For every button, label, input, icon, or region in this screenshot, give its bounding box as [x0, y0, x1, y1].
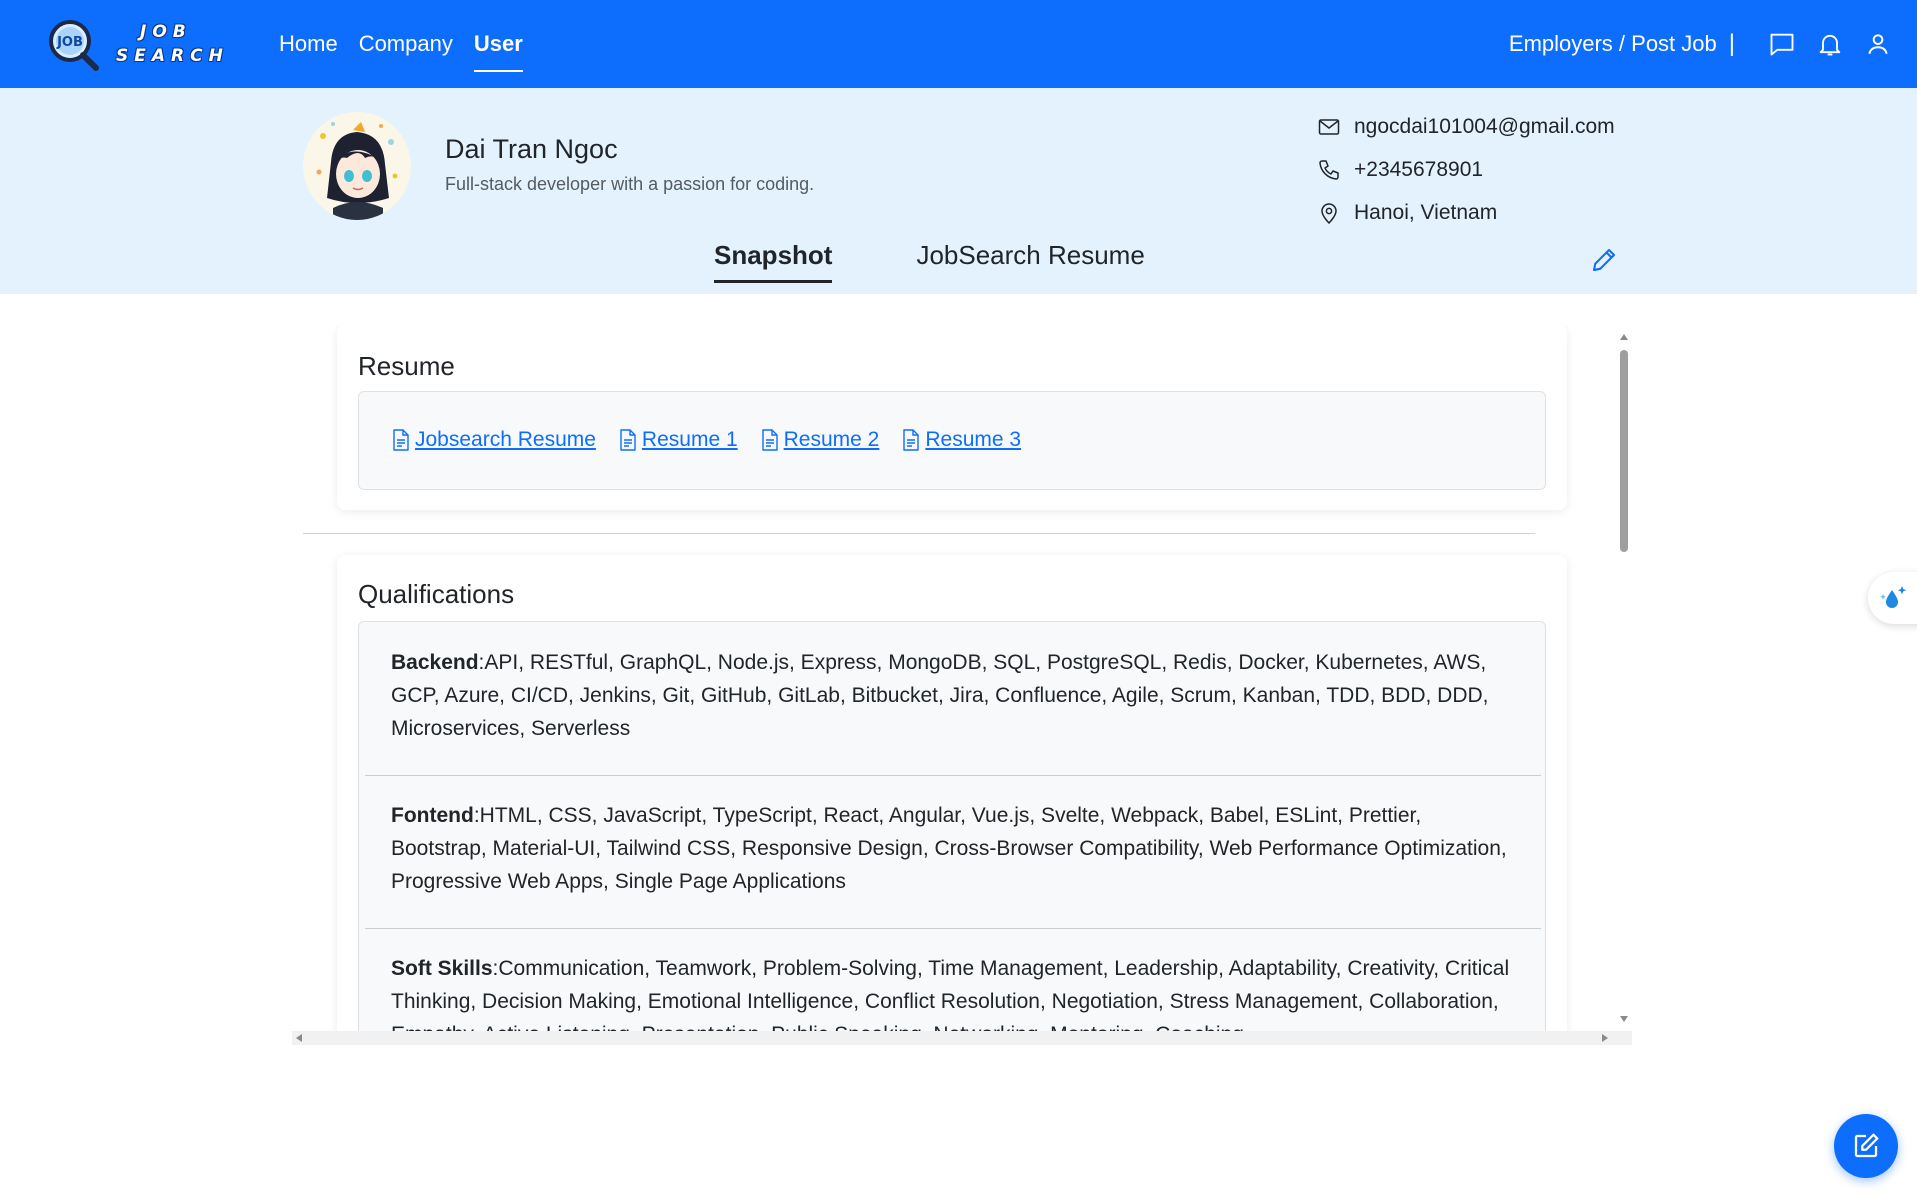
nav-user[interactable]: User [473, 0, 523, 88]
magnifier-logo-icon: JOB [49, 20, 99, 71]
edit-square-icon [1854, 1133, 1879, 1158]
jobsearch-logo[interactable]: JOB JOB SEARCH [44, 16, 223, 74]
vertical-scroll-thumb[interactable] [1620, 350, 1628, 552]
profile-bio: Full-stack developer with a passion for … [445, 174, 815, 194]
scroll-down-arrow-icon[interactable] [1620, 1016, 1628, 1022]
nav-home[interactable]: Home [279, 0, 338, 88]
resume-link-label: Resume 2 [783, 428, 880, 451]
employers-post-job-link[interactable]: Employers / Post Job [1509, 31, 1717, 57]
qualifications-card: Qualifications Backend:API, RESTful, Gra… [337, 555, 1567, 1031]
user-icon[interactable] [1863, 29, 1893, 59]
qualification-divider [365, 928, 1541, 929]
logo-word-search: SEARCH [116, 46, 229, 66]
scroll-right-arrow-icon[interactable] [1602, 1034, 1608, 1042]
location-text: Hanoi, Vietnam [1354, 201, 1498, 224]
resume-card-title: Resume [358, 351, 455, 381]
svg-text:JOB: JOB [56, 35, 83, 50]
top-navbar: JOB JOB SEARCH Home Company User Employe… [0, 0, 1917, 88]
file-icon [620, 429, 636, 451]
file-icon [903, 429, 920, 451]
main-nav: Home Company User [279, 0, 523, 88]
qualifications-card-title: Qualifications [358, 579, 515, 609]
resume-card: Resume Jobsearch Resume Resume 1 Resume … [337, 325, 1567, 510]
avatar[interactable] [303, 112, 411, 220]
resume-links: Jobsearch Resume Resume 1 Resume 2 Resum… [391, 428, 1021, 452]
resume-link-1[interactable]: Resume 1 [618, 428, 738, 452]
tab-jobsearch-resume[interactable]: JobSearch Resume [916, 240, 1144, 283]
resume-link-label: Resume 3 [925, 428, 1022, 451]
resume-link-label: Resume 1 [641, 428, 738, 451]
bell-icon[interactable] [1815, 29, 1845, 59]
assistant-side-tab[interactable] [1868, 572, 1917, 624]
avatar-image [303, 112, 411, 220]
qualification-text: Communication, Teamwork, Problem-Solving… [391, 957, 1510, 1031]
contact-phone: +2345678901 [1316, 157, 1483, 183]
qualification-text: API, RESTful, GraphQL, Node.js, Express,… [391, 651, 1489, 740]
qualification-backend: Backend:API, RESTful, GraphQL, Node.js, … [391, 646, 1521, 745]
qualification-frontend: Fontend:HTML, CSS, JavaScript, TypeScrip… [391, 799, 1521, 898]
edit-profile-pencil-icon[interactable] [1589, 245, 1619, 275]
qualification-divider [365, 775, 1541, 776]
phone-icon [1316, 157, 1342, 183]
profile-tabs: Snapshot JobSearch Resume [714, 240, 1145, 283]
contact-email: ngocdai101004@gmail.com [1316, 114, 1615, 140]
qualification-label: Backend [391, 651, 479, 674]
email-text: ngocdai101004@gmail.com [1354, 115, 1615, 138]
section-divider [303, 533, 1535, 534]
floating-edit-button[interactable] [1834, 1114, 1898, 1178]
scroll-up-arrow-icon[interactable] [1620, 334, 1628, 340]
contact-location: Hanoi, Vietnam [1316, 200, 1497, 226]
phone-text: +2345678901 [1354, 158, 1484, 181]
resume-links-box: Jobsearch Resume Resume 1 Resume 2 Resum… [358, 391, 1546, 490]
snapshot-scroll-area[interactable]: Resume Jobsearch Resume Resume 1 Resume … [294, 325, 1632, 1031]
scroll-left-arrow-icon[interactable] [296, 1034, 302, 1042]
qualification-label: Fontend [391, 804, 474, 827]
file-icon [761, 429, 778, 451]
location-pin-icon [1316, 200, 1342, 226]
resume-link-3[interactable]: Resume 3 [901, 428, 1021, 452]
nav-company[interactable]: Company [359, 0, 453, 88]
tab-snapshot[interactable]: Snapshot [714, 240, 833, 283]
qualification-soft-skills: Soft Skills:Communication, Teamwork, Pro… [391, 952, 1521, 1031]
resume-link-label: Jobsearch Resume [415, 428, 596, 451]
qualification-label: Soft Skills [391, 957, 493, 980]
file-icon [393, 429, 409, 451]
profile-name: Dai Tran Ngoc [445, 134, 618, 164]
resume-link-jobsearch[interactable]: Jobsearch Resume [391, 428, 596, 452]
message-icon[interactable] [1767, 29, 1797, 59]
nav-separator: | [1728, 30, 1735, 57]
envelope-icon [1316, 114, 1342, 140]
nav-right-group: Employers / Post Job | [1509, 0, 1893, 88]
logo-word-job: JOB [140, 22, 192, 42]
qualification-text: HTML, CSS, JavaScript, TypeScript, React… [391, 804, 1507, 893]
sparkle-drop-icon [1880, 586, 1907, 608]
horizontal-scrollbar[interactable] [292, 1031, 1632, 1045]
qualifications-list: Backend:API, RESTful, GraphQL, Node.js, … [358, 621, 1546, 1031]
resume-link-2[interactable]: Resume 2 [760, 428, 880, 452]
vertical-scrollbar[interactable] [1616, 330, 1632, 1026]
